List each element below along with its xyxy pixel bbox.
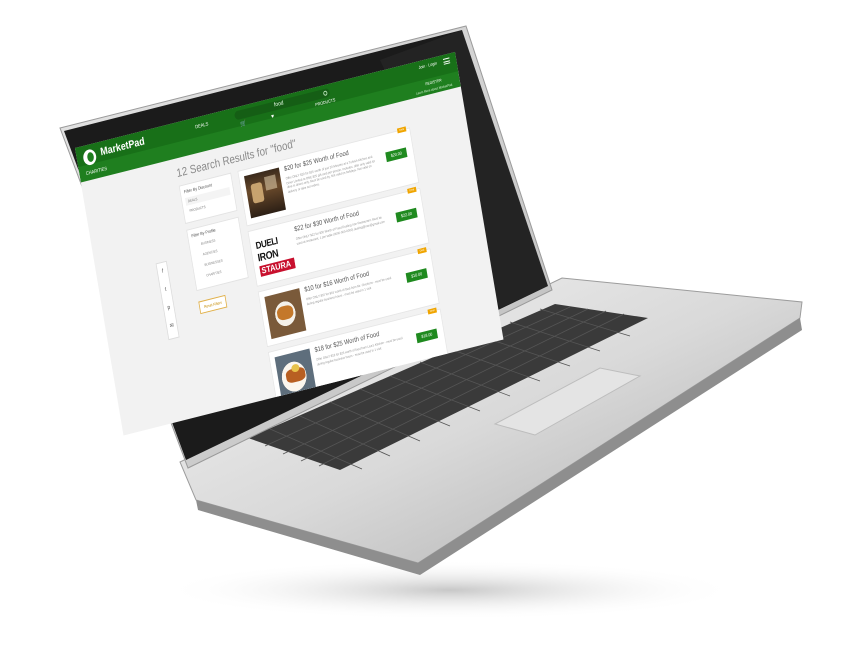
cart-icon[interactable]: 🛒 bbox=[240, 121, 247, 128]
deal-badge: Deal bbox=[396, 126, 407, 134]
learn-more-link[interactable]: Learn More about MarketPad bbox=[416, 83, 453, 96]
nav-charities[interactable]: CHARITIES bbox=[86, 166, 108, 177]
reset-filters-button[interactable]: Reset Filters bbox=[198, 294, 228, 315]
search-value: food bbox=[273, 100, 284, 109]
discount-filter: Filter By Discount DEALS PRODUCTS bbox=[178, 172, 238, 225]
laptop-mockup: MarketPad DEALS food 🛒 ♥ PRODUCTS CHARIT… bbox=[0, 0, 850, 648]
deal-badge: Deal bbox=[407, 186, 417, 194]
floor-shadow bbox=[160, 560, 740, 620]
deal-image[interactable] bbox=[244, 167, 286, 219]
deal-image-logo[interactable]: DUELI IRON STAURA bbox=[254, 227, 297, 279]
deal-badge: Deal bbox=[427, 307, 437, 315]
heart-icon[interactable]: ♥ bbox=[271, 114, 275, 120]
search-icon[interactable] bbox=[322, 90, 328, 97]
deal-image[interactable] bbox=[264, 288, 307, 340]
deal-price-button[interactable]: $20.00 bbox=[385, 147, 408, 163]
deal-price-button[interactable]: $18.00 bbox=[415, 328, 439, 344]
share-rail: f t p ✉ bbox=[155, 260, 180, 341]
deal-badge: Deal bbox=[417, 247, 427, 255]
profile-filter: Filter By Profile BUSINESS AGENCIES BUSI… bbox=[186, 216, 249, 292]
deal-price-button[interactable]: $10.00 bbox=[405, 268, 428, 283]
deal-price-button[interactable]: $22.00 bbox=[395, 207, 418, 223]
email-icon[interactable]: ✉ bbox=[166, 317, 179, 338]
